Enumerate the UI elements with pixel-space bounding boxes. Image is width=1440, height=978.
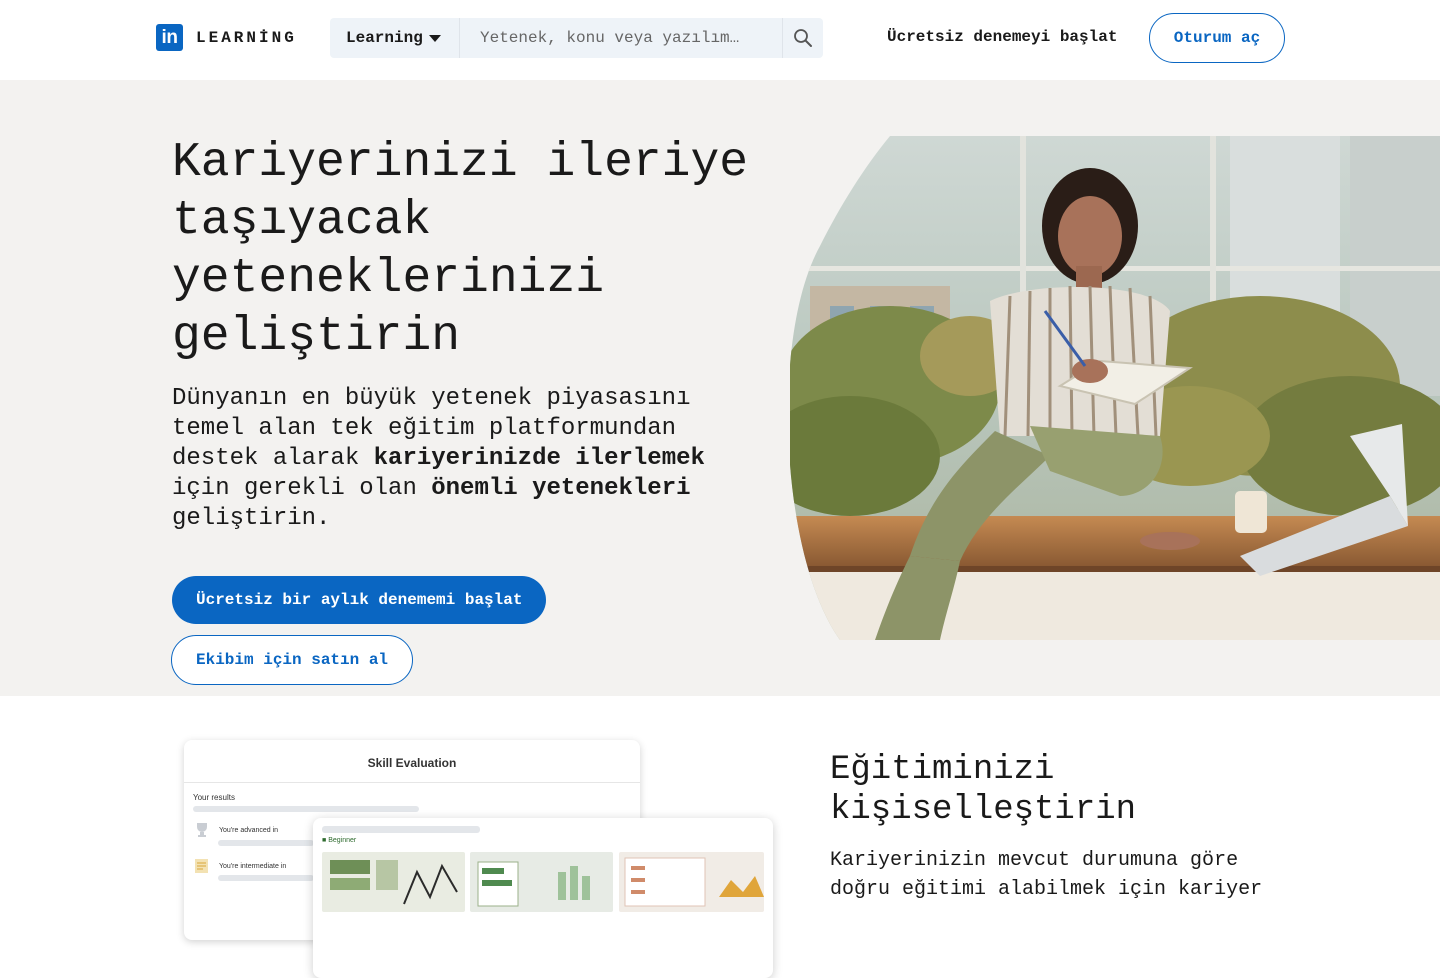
beginner-text: Beginner — [328, 837, 357, 844]
skeleton-bar — [218, 875, 314, 881]
hero-section: Kariyerinizi ileriye taşıyacak yetenekle… — [0, 80, 1440, 696]
section-title: Eğitiminizi kişiselleştirin — [830, 751, 1137, 829]
course-thumbnail-2 — [470, 852, 613, 912]
document-icon — [195, 859, 208, 873]
advanced-label: You're advanced in — [219, 826, 279, 834]
top-header: in LEARNİNG Learning Ücretsiz denemeyi b… — [0, 0, 1440, 80]
search-input[interactable] — [460, 18, 782, 58]
sign-in-button[interactable]: Oturum aç — [1149, 13, 1285, 63]
hero-description: Dünyanın en büyük yetenek piyasasını tem… — [172, 384, 732, 534]
search-icon — [794, 29, 812, 47]
search-category-label: Learning — [346, 29, 423, 47]
skill-evaluation-title: Skill Evaluation — [367, 756, 457, 770]
card-divider — [184, 782, 640, 783]
search-bar: Learning — [330, 18, 823, 58]
advanced-row: You're advanced in — [193, 822, 278, 838]
hero-desc-text-2: için gerekli olan — [172, 475, 432, 502]
course-thumbnail-3 — [619, 852, 764, 912]
hero-photo-woman-studying — [790, 136, 1440, 640]
skeleton-bar — [193, 806, 419, 812]
intermediate-row: You're intermediate in — [193, 858, 286, 874]
caret-down-icon — [428, 34, 441, 42]
linkedin-logo-icon: in — [156, 24, 183, 51]
start-trial-link[interactable]: Ücretsiz denemeyi başlat — [887, 28, 1117, 46]
search-category-dropdown[interactable]: Learning — [330, 18, 460, 58]
linkedin-learning-logo[interactable]: in LEARNİNG — [156, 24, 297, 51]
skeleton-bar — [218, 840, 314, 846]
hero-desc-bold-2: önemli yetenekleri — [431, 475, 691, 502]
learning-path-card: ■ Beginner — [313, 818, 773, 978]
results-label: Your results — [193, 793, 235, 802]
course-thumbnail-1 — [322, 852, 465, 912]
intermediate-label: You're intermediate in — [219, 862, 287, 870]
hero-desc-text-3: geliştirin. — [172, 505, 331, 532]
hero-title: Kariyerinizi ileriye taşıyacak yetenekle… — [172, 136, 749, 364]
buy-for-team-button[interactable]: Ekibim için satın al — [171, 635, 414, 685]
hero-desc-bold-1: kariyerinizde ilerlemek — [373, 445, 705, 472]
skeleton-bar — [322, 826, 480, 833]
trophy-icon — [197, 823, 207, 837]
logo-text: LEARNİNG — [196, 28, 297, 47]
section-description: Kariyerinizin mevcut durumuna göre doğru… — [830, 849, 1263, 901]
search-button[interactable] — [782, 18, 823, 58]
beginner-label: ■ Beginner — [322, 837, 357, 844]
start-free-month-button[interactable]: Ücretsiz bir aylık denememi başlat — [172, 576, 547, 624]
